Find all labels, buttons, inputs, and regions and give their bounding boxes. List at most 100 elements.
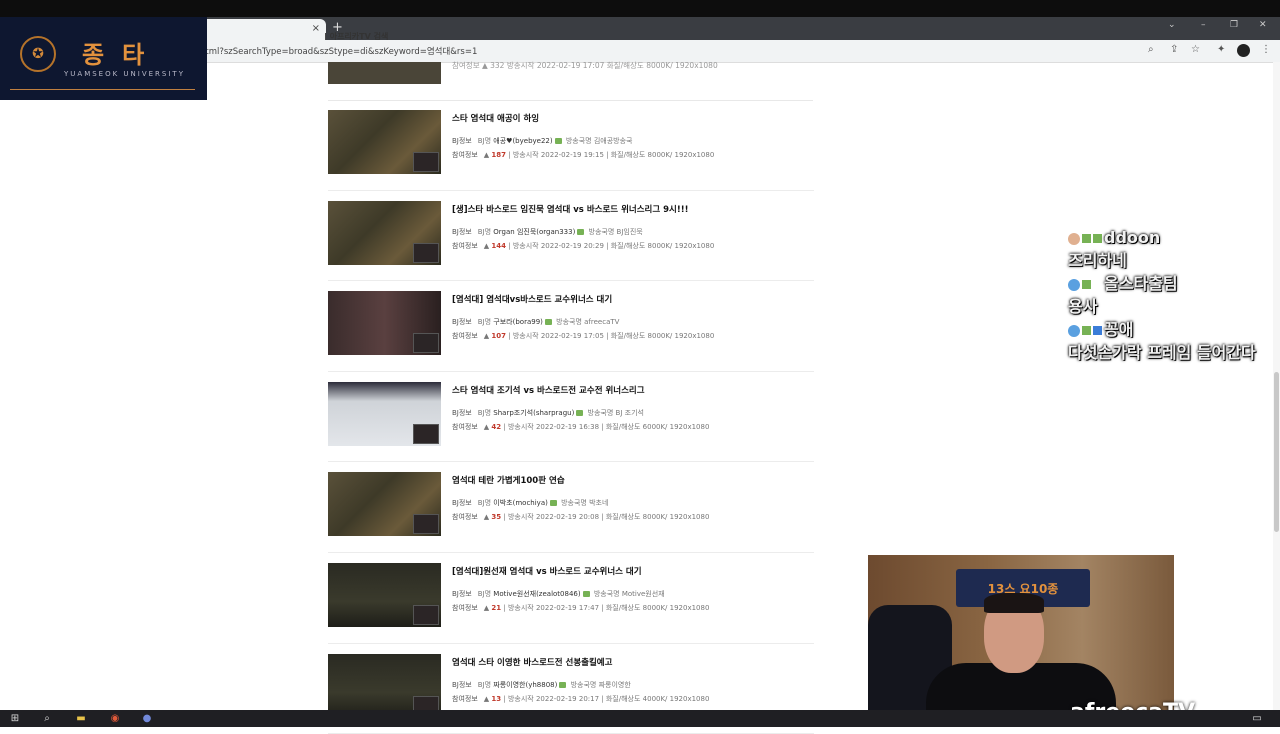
result-bj-row: BJ정보 BJ명 Organ 임진묵(organ333) 방송국명 BJ임진묵 — [452, 227, 643, 237]
station-name[interactable]: BJ 조기석 — [616, 409, 644, 417]
chat-username[interactable]: 올스타출팀 — [1104, 274, 1178, 293]
viewer-count: 21 — [491, 603, 502, 612]
viewers-label: 참여정보 — [452, 513, 478, 522]
bj-name[interactable]: 이박초(mochiya) — [493, 499, 548, 507]
page-scrollbar[interactable] — [1273, 62, 1280, 710]
chat-username-line[interactable]: ddoon — [1068, 226, 1273, 249]
result-title[interactable]: 염석대 스타 이영한 바스로드전 선봉출킬예고 — [452, 656, 612, 668]
fan-badge-icon — [544, 319, 552, 326]
scrollbar-thumb[interactable] — [1274, 372, 1279, 532]
bj-info-label: BJ정보 — [452, 227, 472, 236]
subscriber-badge-icon — [1093, 234, 1102, 243]
station-name[interactable]: 짜롱이영한 — [599, 681, 631, 689]
thumbnail-inset-cam — [413, 242, 439, 263]
viewers-label: 참여정보 — [452, 241, 478, 250]
bj-name[interactable]: 구보라(bora99) — [493, 318, 543, 326]
result-thumbnail[interactable] — [328, 291, 441, 356]
result-item-partial[interactable]: 참여정보 ▲ 332 방송시작 2022-02-19 17:07 화질/해상도 … — [328, 61, 813, 101]
result-thumbnail[interactable] — [328, 110, 441, 174]
discord-icon[interactable]: ● — [140, 711, 154, 725]
url-input[interactable]: html?szSearchType=broad&szStype=di&szKey… — [200, 43, 1140, 59]
profile-avatar[interactable] — [1237, 44, 1250, 57]
result-thumbnail[interactable] — [328, 62, 441, 84]
result-thumbnail[interactable] — [328, 562, 441, 627]
quality-value: 4000K/ 1920x1080 — [642, 694, 710, 703]
result-bj-row: BJ정보 BJ명 애공♥(byebye22) 방송국명 김애공방송국 — [452, 136, 632, 146]
chat-username-line[interactable]: 올스타출팀 — [1068, 272, 1273, 295]
result-title[interactable]: [염석대]원선재 염석대 vs 바스로드 교수위너스 대기 — [452, 565, 642, 577]
tab-search-icon[interactable]: ⌄ — [1168, 20, 1176, 30]
result-title[interactable]: 스타 염석대 애공이 하잉 — [452, 112, 539, 124]
bj-name[interactable]: 짜롱이영한(yh8808) — [493, 681, 557, 689]
viewer-count: 13 — [491, 694, 502, 703]
menu-icon[interactable]: ⋮ — [1261, 44, 1271, 55]
station-label: 방송국명 — [561, 499, 587, 508]
quality-value: 8000K/ 1920x1080 — [642, 603, 710, 612]
station-label: 방송국명 — [588, 227, 615, 236]
file-explorer-icon[interactable]: ▬ — [74, 711, 88, 725]
minimize-icon[interactable]: – — [1201, 20, 1206, 30]
user-avatar-icon — [1068, 232, 1080, 245]
result-thumbnail[interactable] — [328, 381, 441, 446]
taskbar-search-icon[interactable]: ⌕ — [40, 711, 54, 725]
fan-badge-icon — [1082, 234, 1091, 243]
station-name[interactable]: BJ임진묵 — [617, 228, 643, 236]
result-item[interactable]: [생]스타 바스로드 임진묵 염석대 vs 바스로드 위너스리그 9시!!! BJ… — [328, 191, 814, 282]
url-text: html?szSearchType=broad&szStype=di&szKey… — [200, 47, 478, 57]
thumbnail-inset-cam — [413, 423, 439, 444]
subscriber-badge-icon — [1093, 326, 1102, 335]
station-label: 방송국명 — [587, 408, 614, 417]
chat-username[interactable]: ddoon — [1104, 228, 1160, 247]
maximize-icon[interactable]: ❐ — [1230, 20, 1238, 30]
start-label: 방송시작 — [507, 694, 534, 703]
result-item[interactable]: 염석대 테란 가볍게100판 연습 BJ정보 BJ명 이박초(mochiya) 방송… — [328, 462, 814, 553]
bj-name[interactable]: 애공♥(byebye22) — [493, 137, 552, 145]
close-window-icon[interactable]: ✕ — [1259, 20, 1267, 30]
result-thumbnail[interactable] — [328, 653, 441, 718]
chat-username-line[interactable]: 꽁애 — [1068, 318, 1273, 341]
station-name[interactable]: 박초네 — [589, 499, 608, 507]
start-time: 2022-02-19 20:08 — [535, 513, 600, 522]
result-thumbnail[interactable] — [328, 200, 441, 265]
zoom-icon[interactable]: ⌕ — [1148, 44, 1154, 55]
station-name[interactable]: 김애공방송국 — [594, 137, 633, 145]
result-item[interactable]: [염석대] 염석대vs바스로드 교수위너스 대기 BJ정보 BJ명 구보라(bora… — [328, 281, 814, 372]
browser-tab[interactable]: | 아프리카TV 검색 × — [200, 19, 388, 41]
viewer-icon: ▲ — [483, 241, 490, 250]
result-thumbnail[interactable] — [328, 472, 441, 537]
result-bj-row: BJ정보 BJ명 짜롱이영한(yh8808) 방송국명 짜롱이영한 — [452, 680, 631, 690]
notification-icon[interactable]: ▭ — [1250, 711, 1264, 725]
result-title[interactable]: 염석대 테란 가볍게100판 연습 — [452, 474, 565, 486]
quality-value: 8000K/ 1920x1080 — [642, 513, 710, 522]
result-title[interactable]: 스타 염석대 조기석 vs 바스로드전 교수전 위너스리그 — [452, 384, 645, 396]
start-label: 방송시작 — [512, 151, 539, 159]
share-icon[interactable]: ⇪ — [1170, 44, 1178, 55]
start-time: 2022-02-19 17:05 — [540, 332, 604, 341]
result-meta: 참여정보 ▲ 332 방송시작 2022-02-19 17:07 화질/해상도 … — [452, 61, 718, 70]
result-item[interactable]: [염석대]원선재 염석대 vs 바스로드 교수위너스 대기 BJ정보 BJ명 Mot… — [328, 553, 814, 644]
windows-start-icon[interactable]: ⊞ — [8, 711, 22, 725]
chat-username[interactable]: 꽁애 — [1104, 320, 1133, 339]
bj-name[interactable]: Organ 임진묵(organ333) — [493, 228, 575, 236]
result-title[interactable]: [염석대] 염석대vs바스로드 교수위너스 대기 — [452, 293, 612, 305]
quality-label: 화질/해상도 — [605, 694, 641, 703]
chat-message: 다섯손가락 프레임 들어간다 — [1068, 343, 1256, 362]
chrome-icon[interactable]: ◉ — [108, 711, 122, 725]
quality-label: 화질/해상도 — [605, 513, 641, 522]
close-tab-icon[interactable]: × — [312, 23, 320, 34]
result-stats-row: 참여정보 ▲ 21 | 방송시작 2022-02-19 17:47 | 화질/해상… — [452, 603, 710, 612]
bookmark-star-icon[interactable]: ☆ — [1191, 44, 1200, 55]
result-item[interactable]: 스타 염석대 조기석 vs 바스로드전 교수전 위너스리그 BJ정보 BJ명 Sha… — [328, 372, 814, 463]
result-bj-row: BJ정보 BJ명 구보라(bora99) 방송국명 afreecaTV — [452, 317, 619, 327]
quality-label: 화질/해상도 — [605, 422, 641, 431]
station-name[interactable]: Motive원선재 — [622, 590, 665, 598]
result-item[interactable]: 스타 염석대 애공이 하잉 BJ정보 BJ명 애공♥(byebye22) 방송국명 … — [328, 100, 814, 191]
new-tab-button[interactable]: + — [332, 20, 343, 35]
result-title[interactable]: [생]스타 바스로드 임진묵 염석대 vs 바스로드 위너스리그 9시!!! — [452, 203, 689, 215]
extensions-icon[interactable]: ✦ — [1217, 44, 1225, 55]
bj-name-label: BJ명 — [477, 227, 492, 236]
station-name[interactable]: afreecaTV — [584, 318, 619, 326]
bj-name[interactable]: Sharp조기석(sharpragu) — [493, 409, 574, 417]
viewers-label: 참여정보 — [452, 694, 478, 703]
bj-name[interactable]: Motive원선재(zealot0846) — [493, 590, 580, 598]
